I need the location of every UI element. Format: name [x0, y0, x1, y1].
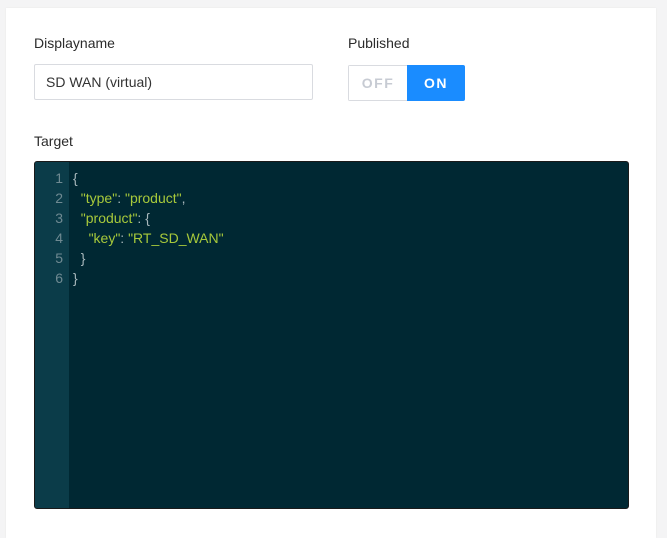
brace: } — [80, 250, 86, 266]
code-text: } — [73, 248, 86, 268]
displayname-input[interactable] — [34, 64, 313, 100]
code-line: 5 } — [35, 248, 628, 268]
published-label: Published — [348, 35, 410, 51]
line-number: 3 — [55, 210, 63, 226]
brace: { — [145, 210, 150, 226]
json-key: "product" — [80, 210, 138, 226]
json-key: "type" — [80, 190, 118, 206]
colon: : — [120, 230, 129, 246]
form-card: Displayname Published OFF ON Target 1 { … — [6, 8, 656, 538]
code-text: "product": { — [73, 208, 150, 228]
code-line: 3 "product": { — [35, 208, 628, 228]
code-line: 1 { — [35, 168, 628, 188]
comma: , — [181, 190, 186, 206]
code-line: 6 } — [35, 268, 628, 288]
json-string: "product" — [124, 190, 182, 206]
target-label: Target — [34, 133, 73, 149]
target-code-editor[interactable]: 1 { 2 "type": "product", 3 "product": { … — [34, 161, 629, 509]
line-number: 6 — [55, 270, 63, 286]
line-number: 4 — [55, 230, 63, 246]
line-number: 1 — [55, 170, 63, 186]
published-toggle[interactable]: OFF ON — [348, 65, 465, 101]
code-text: } — [73, 268, 78, 288]
displayname-label: Displayname — [34, 35, 115, 51]
colon: : — [117, 190, 125, 206]
line-number: 5 — [55, 250, 63, 266]
brace: { — [73, 170, 78, 186]
json-string: "RT_SD_WAN" — [128, 230, 224, 246]
published-off-option[interactable]: OFF — [348, 65, 407, 101]
code-text: "key": "RT_SD_WAN" — [73, 228, 224, 248]
code-line: 2 "type": "product", — [35, 188, 628, 208]
code-text: "type": "product", — [73, 188, 186, 208]
code-text: { — [73, 168, 78, 188]
line-number: 2 — [55, 190, 63, 206]
code-line: 4 "key": "RT_SD_WAN" — [35, 228, 628, 248]
json-key: "key" — [88, 230, 121, 246]
published-on-option[interactable]: ON — [407, 65, 465, 101]
brace: } — [73, 270, 78, 286]
